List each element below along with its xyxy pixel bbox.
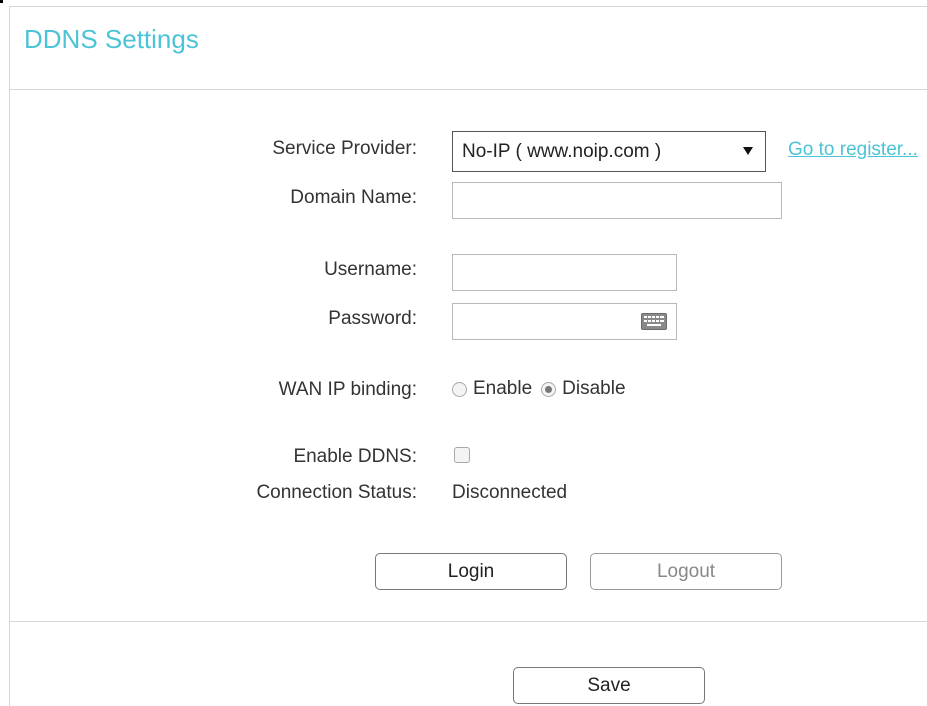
wan-ip-binding-enable-radio[interactable] xyxy=(452,381,467,397)
ddns-settings-panel: DDNS Settings Service Provider: No-IP ( … xyxy=(9,6,927,706)
wan-ip-binding-disable-label[interactable]: Disable xyxy=(562,378,625,400)
password-label: Password: xyxy=(328,308,417,329)
save-button[interactable]: Save xyxy=(513,667,705,704)
corner-mark xyxy=(0,0,3,3)
logout-button[interactable]: Logout xyxy=(590,553,782,590)
wan-ip-binding-disable-radio[interactable] xyxy=(541,381,557,397)
header-divider xyxy=(10,89,927,90)
page-title: DDNS Settings xyxy=(24,24,199,54)
domain-name-label: Domain Name: xyxy=(290,187,417,208)
enable-ddns-checkbox[interactable] xyxy=(454,447,470,463)
service-provider-select[interactable]: No-IP ( www.noip.com ) xyxy=(452,131,766,172)
username-label: Username: xyxy=(324,259,417,280)
connection-status-value: Disconnected xyxy=(452,482,568,503)
dropdown-arrow-icon xyxy=(743,147,753,155)
domain-name-input[interactable] xyxy=(452,182,782,219)
go-to-register-link[interactable]: Go to register... xyxy=(788,139,918,161)
footer-divider xyxy=(10,621,927,622)
wan-ip-binding-enable-label[interactable]: Enable xyxy=(473,378,532,400)
password-input[interactable] xyxy=(452,303,677,340)
wan-ip-binding-radio-group: Enable Disable xyxy=(452,376,635,402)
username-input[interactable] xyxy=(452,254,677,291)
service-provider-label: Service Provider: xyxy=(272,138,417,159)
keyboard-icon[interactable] xyxy=(641,313,667,330)
login-button[interactable]: Login xyxy=(375,553,567,590)
connection-status-label: Connection Status: xyxy=(256,482,417,503)
enable-ddns-label: Enable DDNS: xyxy=(293,446,417,467)
wan-ip-binding-label: WAN IP binding: xyxy=(278,379,417,400)
service-provider-selected-value: No-IP ( www.noip.com ) xyxy=(462,141,662,162)
